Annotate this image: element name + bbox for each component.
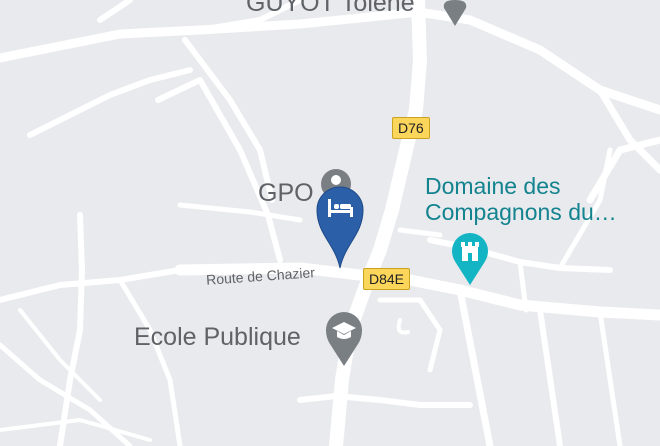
place-label-ecole-publique[interactable]: Ecole Publique xyxy=(134,325,301,350)
map-view[interactable]: GUYOT Tolene D76 GPO Domaine des Compagn… xyxy=(0,0,660,446)
school-pin-icon[interactable] xyxy=(323,310,365,368)
road-badge-d76: D76 xyxy=(392,117,430,139)
place-label-guyot[interactable]: GUYOT Tolene xyxy=(246,0,415,16)
castle-pin-icon[interactable] xyxy=(448,231,492,287)
domaine-line-2: Compagnons du… xyxy=(425,198,617,225)
domaine-line-1: Domaine des xyxy=(425,173,561,199)
place-label-domaine[interactable]: Domaine des Compagnons du… xyxy=(425,173,617,226)
hotel-marker[interactable] xyxy=(313,184,367,270)
road-badge-d84e: D84E xyxy=(363,268,411,290)
place-pin-icon[interactable] xyxy=(440,0,470,28)
place-label-gpo[interactable]: GPO xyxy=(258,181,314,206)
